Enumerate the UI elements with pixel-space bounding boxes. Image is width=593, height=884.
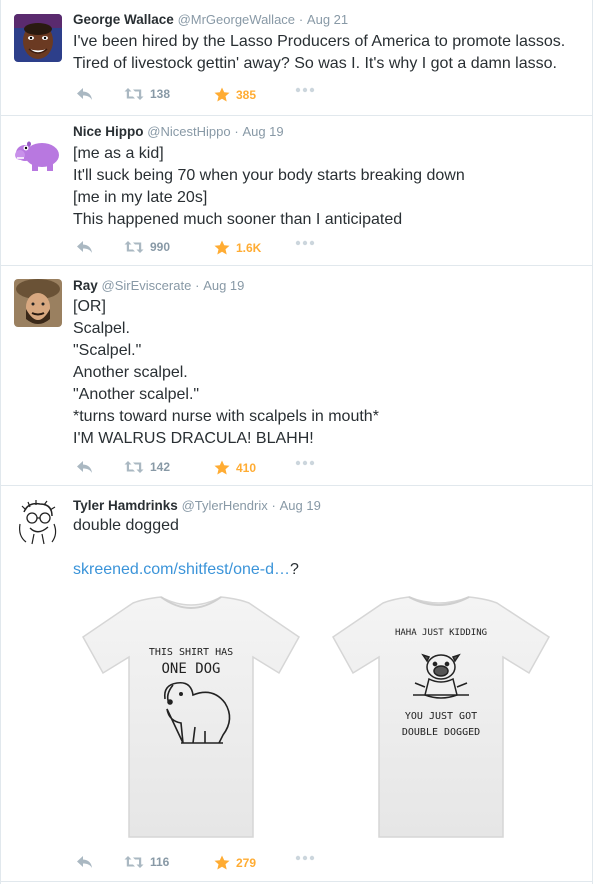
more-dots-icon	[295, 87, 315, 93]
tweet-line: double dogged	[73, 517, 179, 534]
shirt1-line2: ONE DOG	[161, 661, 220, 677]
more-dots-icon	[295, 460, 315, 466]
tweet-line: It'll suck being 70 when your body start…	[73, 167, 465, 184]
favorite-button[interactable]: 385	[214, 87, 256, 102]
user-handle[interactable]: @SirEviscerate	[102, 278, 192, 293]
tweet-time[interactable]: Aug 21	[307, 12, 348, 27]
more-button[interactable]	[295, 460, 315, 466]
tweet-header: Tyler Hamdrinks @TylerHendrix · Aug 19	[73, 498, 321, 513]
tweet-media[interactable]: THIS SHIRT HAS ONE DOG HAHA JUST KIDDING	[73, 591, 573, 841]
retweet-icon	[124, 88, 144, 100]
tweet-text: I've been hired by the Lasso Producers o…	[73, 31, 565, 75]
tweet-line: Tired of livestock gettin' away? So was …	[73, 55, 557, 72]
user-handle[interactable]: @MrGeorgeWallace	[178, 12, 295, 27]
timeline: George Wallace @MrGeorgeWallace · Aug 21…	[0, 0, 593, 884]
shirt2-line2: YOU JUST GOT	[405, 711, 477, 722]
tweet-text: double dogged skreened.com/shitfest/one-…	[73, 515, 299, 581]
shirt1-line1: THIS SHIRT HAS	[149, 647, 233, 658]
tweet-line: [OR]	[73, 298, 106, 315]
retweet-button[interactable]: 116	[124, 855, 169, 869]
more-button[interactable]	[295, 240, 315, 246]
reply-button[interactable]	[76, 87, 93, 101]
more-dots-icon	[295, 240, 315, 246]
reply-icon	[77, 856, 92, 868]
favorite-star-icon	[214, 460, 230, 475]
favorite-count: 1.6K	[236, 240, 262, 255]
retweet-count: 138	[150, 87, 171, 101]
favorite-count: 410	[236, 460, 257, 475]
tweet-time[interactable]: Aug 19	[280, 498, 321, 513]
tweet-george-wallace[interactable]: George Wallace @MrGeorgeWallace · Aug 21…	[1, 0, 592, 116]
separator-dot: ·	[195, 278, 200, 293]
avatar[interactable]	[14, 279, 62, 327]
tweet-line: This happened much sooner than I anticip…	[73, 211, 403, 228]
separator-dot: ·	[271, 498, 276, 513]
user-handle[interactable]: @TylerHendrix	[182, 498, 268, 513]
retweet-count: 990	[150, 240, 171, 254]
retweet-count: 142	[150, 460, 171, 474]
tweet-text: [OR] Scalpel. "Scalpel." Another scalpel…	[73, 296, 379, 450]
tweet-line: Another scalpel.	[73, 364, 188, 381]
reply-button[interactable]	[76, 855, 93, 869]
shirt2-line1: HAHA JUST KIDDING	[395, 628, 487, 638]
separator-dot: ·	[298, 12, 304, 27]
user-name[interactable]: Tyler Hamdrinks	[73, 498, 178, 513]
avatar[interactable]	[14, 14, 62, 62]
tweet-link[interactable]: skreened.com/shitfest/one-d…	[73, 561, 290, 578]
favorite-button[interactable]: 1.6K	[214, 240, 261, 255]
tweet-line: [me in my late 20s]	[73, 189, 208, 206]
favorite-button[interactable]: 279	[214, 855, 256, 870]
tweet-time[interactable]: Aug 19	[203, 278, 244, 293]
retweet-button[interactable]: 138	[124, 87, 170, 101]
more-dots-icon	[295, 855, 315, 861]
reply-icon	[77, 461, 92, 473]
tweet-link-line: skreened.com/shitfest/one-d…?	[73, 559, 299, 581]
retweet-icon	[124, 241, 144, 253]
favorite-star-icon	[214, 855, 230, 870]
shirt2-line3: DOUBLE DOGGED	[402, 727, 480, 738]
favorite-count: 385	[236, 87, 257, 102]
link-suffix: ?	[290, 561, 299, 578]
reply-button[interactable]	[76, 460, 93, 474]
tweet-ray[interactable]: Ray @SirEviscerate · Aug 19 [OR] Scalpel…	[1, 266, 592, 486]
favorite-star-icon	[214, 240, 230, 255]
user-name[interactable]: Nice Hippo	[73, 124, 144, 139]
separator-dot: ·	[234, 124, 239, 139]
more-button[interactable]	[295, 87, 315, 93]
tweet-nice-hippo[interactable]: Nice Hippo @NicestHippo · Aug 19 [me as …	[1, 116, 592, 266]
reply-icon	[77, 88, 92, 100]
shirt-back: HAHA JUST KIDDING YOU JUST GOT DOUBLE DO…	[332, 596, 550, 838]
retweet-button[interactable]: 142	[124, 460, 170, 474]
user-name[interactable]: Ray	[73, 278, 98, 293]
tweet-line: I'M WALRUS DRACULA! BLAHH!	[73, 430, 314, 447]
tweet-line: Scalpel.	[73, 320, 130, 337]
tweet-header: Ray @SirEviscerate · Aug 19	[73, 278, 244, 293]
retweet-icon	[124, 461, 144, 473]
tweet-line: "Scalpel."	[73, 342, 142, 359]
tweet-tyler-hamdrinks[interactable]: Tyler Hamdrinks @TylerHendrix · Aug 19 d…	[1, 486, 592, 882]
more-button[interactable]	[295, 855, 315, 861]
tweet-header: Nice Hippo @NicestHippo · Aug 19	[73, 124, 284, 139]
reply-icon	[77, 241, 92, 253]
favorite-count: 279	[236, 855, 257, 870]
user-handle[interactable]: @NicestHippo	[147, 124, 230, 139]
user-name[interactable]: George Wallace	[73, 12, 174, 27]
shirt-front: THIS SHIRT HAS ONE DOG	[82, 596, 300, 838]
favorite-star-icon	[214, 87, 230, 102]
tweet-header: George Wallace @MrGeorgeWallace · Aug 21	[73, 12, 348, 27]
tweet-line: I've been hired by the Lasso Producers o…	[73, 33, 566, 50]
avatar[interactable]	[14, 129, 62, 177]
retweet-button[interactable]: 990	[124, 240, 170, 254]
tweet-text: [me as a kid] It'll suck being 70 when y…	[73, 143, 465, 231]
reply-button[interactable]	[76, 240, 93, 254]
tweet-line: "Another scalpel."	[73, 386, 200, 403]
tweet-line: *turns toward nurse with scalpels in mou…	[73, 408, 379, 425]
retweet-count: 116	[150, 855, 170, 869]
avatar[interactable]	[14, 498, 62, 546]
favorite-button[interactable]: 410	[214, 460, 256, 475]
tweet-time[interactable]: Aug 19	[242, 124, 283, 139]
tweet-line: [me as a kid]	[73, 145, 164, 162]
retweet-icon	[124, 856, 144, 868]
